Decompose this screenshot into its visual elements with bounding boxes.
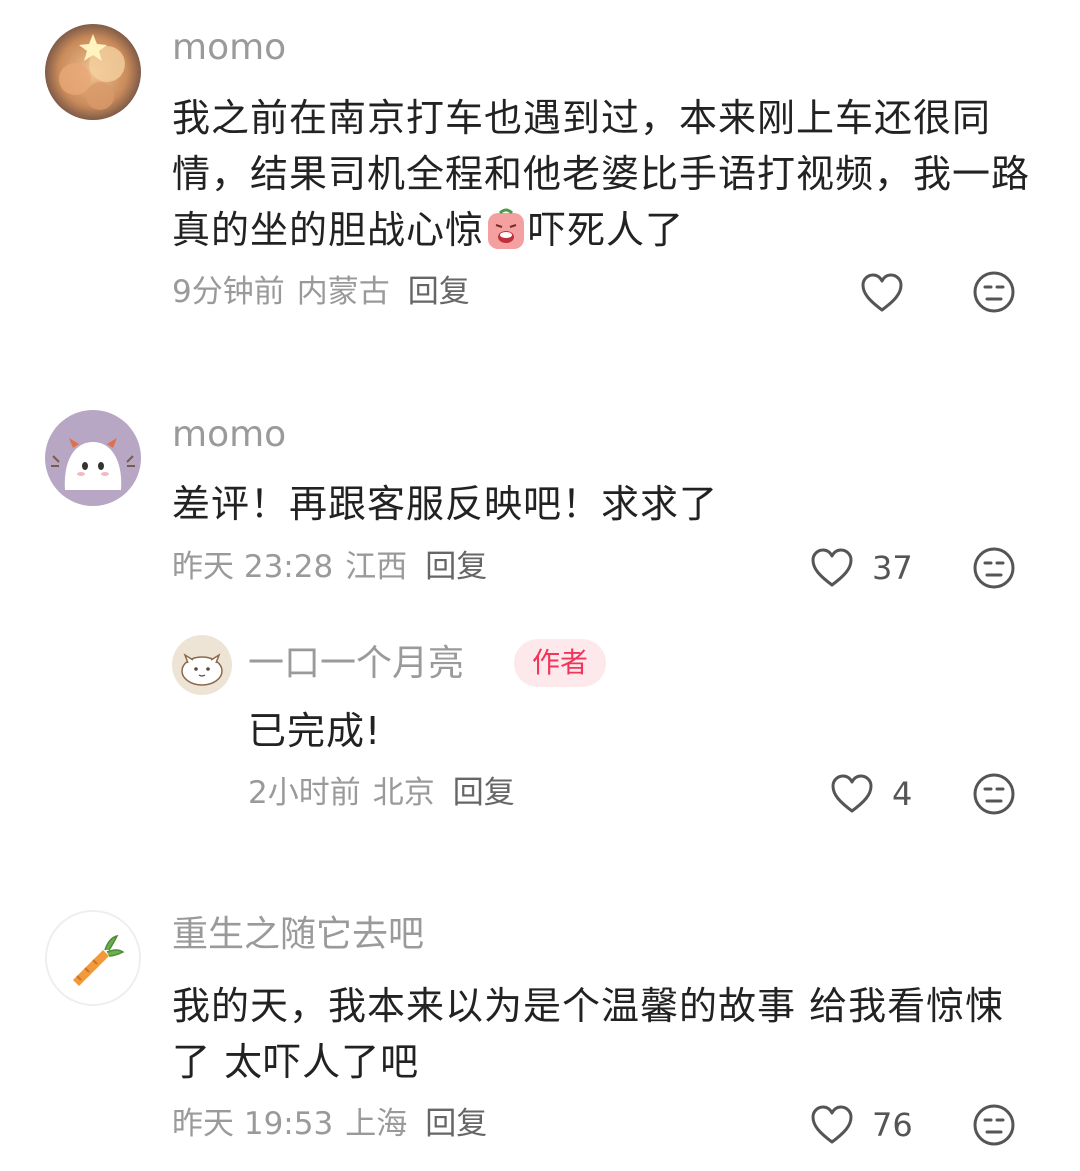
comment-text: 我的天，我本来以为是个温馨的故事 给我看惊悚了 太吓人了吧 [172, 984, 1005, 1084]
comment-location: 上海 [345, 1106, 408, 1142]
comment-location: 江西 [345, 549, 408, 585]
dislike-button[interactable] [972, 1103, 1016, 1151]
unhappy-face-icon [973, 773, 1015, 815]
heart-icon [811, 1105, 853, 1144]
like-count: 4 [892, 775, 913, 813]
reply-meta: 2小时前 北京 回复 [248, 773, 527, 813]
username[interactable]: 重生之随它去吧 [172, 913, 424, 957]
like-button[interactable]: 76 [810, 1103, 913, 1147]
reply-location: 北京 [372, 775, 435, 811]
comment-meta: 昨天 23:28 江西 回复 [172, 547, 499, 587]
comment-meta: 昨天 19:53 上海 回复 [172, 1104, 499, 1144]
author-badge: 作者 [514, 639, 607, 687]
like-button[interactable]: 37 [810, 546, 913, 590]
scared-face-emoji-icon [486, 207, 526, 251]
comment-time: 昨天 19:53 [172, 1106, 334, 1142]
avatar[interactable] [45, 410, 141, 506]
comment-meta: 9分钟前 内蒙古 回复 [172, 272, 482, 312]
dislike-button[interactable] [972, 546, 1016, 594]
avatar[interactable] [172, 635, 232, 695]
reply-time: 2小时前 [248, 775, 361, 811]
avatar[interactable] [45, 910, 141, 1006]
comment-location: 内蒙古 [296, 274, 390, 310]
reply-button[interactable]: 回复 [425, 1106, 487, 1142]
comment-text: 我之前在南京打车也遇到过，本来刚上车还很同情，结果司机全程和他老婆比手语打视频，… [172, 90, 1032, 258]
reply-username[interactable]: 一口一个月亮 [248, 642, 464, 686]
reply-button[interactable]: 回复 [408, 274, 470, 310]
unhappy-face-icon [973, 271, 1015, 313]
like-button[interactable]: 4 [830, 772, 912, 816]
comment-item: momo 我之前在南京打车也遇到过，本来刚上车还很同情，结果司机全程和他老婆比手… [0, 0, 1080, 340]
reply-text: 已完成! [248, 709, 382, 753]
dislike-button[interactable] [972, 772, 1016, 820]
comment-time: 昨天 23:28 [172, 549, 334, 585]
heart-icon [831, 774, 873, 813]
username[interactable]: momo [172, 413, 286, 457]
comment-text: 差评！再跟客服反映吧！求求了 [172, 482, 719, 526]
unhappy-face-icon [973, 547, 1015, 589]
like-count: 76 [872, 1106, 913, 1144]
dislike-button[interactable] [972, 270, 1016, 318]
reply-button[interactable]: 回复 [453, 775, 515, 811]
comment-text-part2: 吓死人了 [528, 208, 685, 252]
unhappy-face-icon [973, 1104, 1015, 1146]
comment-time: 9分钟前 [172, 274, 285, 310]
heart-icon [811, 548, 853, 587]
reply-button[interactable]: 回复 [425, 549, 487, 585]
username[interactable]: momo [172, 26, 286, 70]
avatar[interactable] [45, 24, 141, 120]
like-count: 37 [872, 549, 913, 587]
like-button[interactable] [860, 271, 904, 315]
heart-icon [861, 273, 903, 312]
